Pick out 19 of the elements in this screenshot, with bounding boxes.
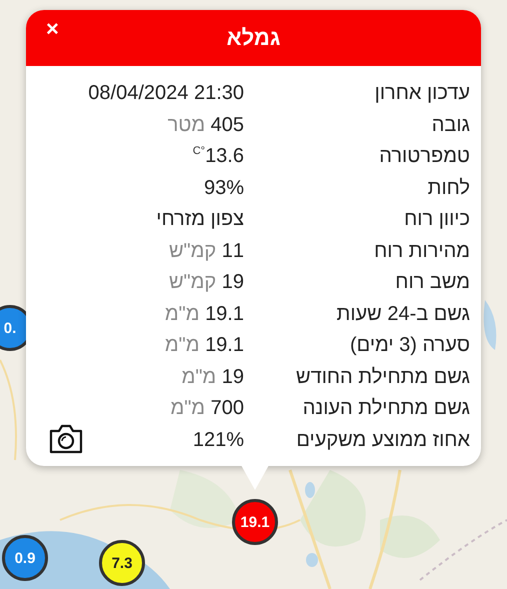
field-label: משב רוח [394,270,470,295]
field-label: טמפרטורה [378,144,470,169]
field-value: 121% [192,428,244,452]
field-label: גשם ב-24 שעות [336,302,470,326]
station-title: גמלא [226,25,280,51]
field-label: אחוז ממוצע משקעים [295,428,470,452]
field-label: גשם מתחילת העונה [302,396,470,421]
field-label: גובה [430,112,470,138]
field-label: גשם מתחילת החודש [295,364,470,390]
close-button[interactable]: × [42,18,63,40]
field-value: 08/04/2024 21:30 [87,81,244,106]
field-label: כיוון רוח [403,207,470,232]
field-label: לחות [426,176,470,200]
field-value: צפון מזרחי [155,207,244,232]
field-label: סערה (3 ימים) [349,333,470,358]
field-label: עדכון אחרון [374,81,470,106]
field-value: 13.6 $^{°C}$ [192,144,244,169]
field-label: מהירות רוח [373,238,470,264]
field-value: 93% [202,176,244,200]
